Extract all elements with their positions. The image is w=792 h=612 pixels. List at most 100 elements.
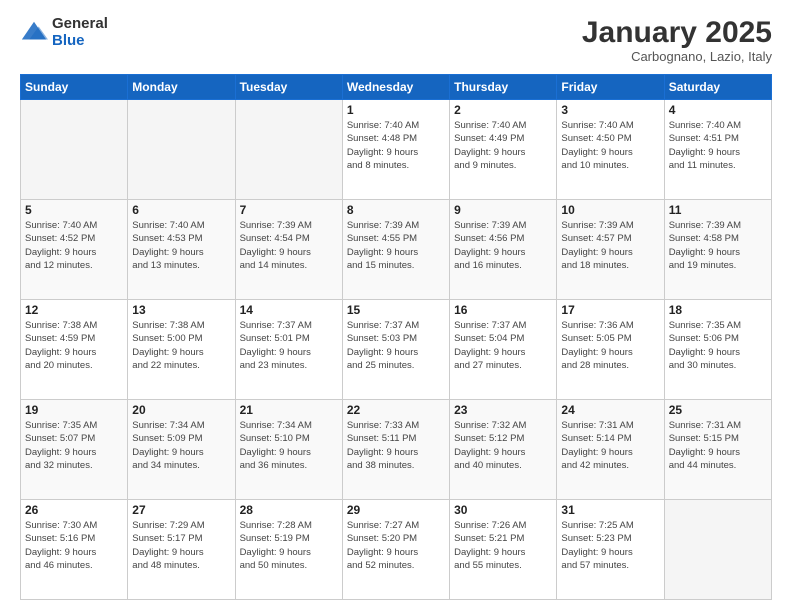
day-number: 11 <box>669 203 767 217</box>
calendar-cell: 11Sunrise: 7:39 AM Sunset: 4:58 PM Dayli… <box>664 200 771 300</box>
day-info: Sunrise: 7:35 AM Sunset: 5:06 PM Dayligh… <box>669 319 767 372</box>
calendar-cell <box>235 100 342 200</box>
day-number: 1 <box>347 103 445 117</box>
day-number: 21 <box>240 403 338 417</box>
calendar-cell: 12 Sunrise: 7:38 AM Sunset: 4:59 PM Dayli… <box>21 300 128 400</box>
day-info: Sunrise: 7:27 AM Sunset: 5:20 PM Dayligh… <box>347 519 445 572</box>
logo-general: General <box>52 16 108 33</box>
day-info: Sunrise: 7:37 AM Sunset: 5:01 PM Dayligh… <box>240 319 338 372</box>
day-info: Sunrise: 7:31 AM Sunset: 5:15 PM Dayligh… <box>669 419 767 472</box>
location: Carbognano, Lazio, Italy <box>582 49 772 64</box>
calendar-cell <box>21 100 128 200</box>
calendar-cell: 27 Sunrise: 7:29 AM Sunset: 5:17 PM Dayli… <box>128 500 235 600</box>
day-info: Sunrise: 7:40 AM Sunset: 4:52 PM Dayligh… <box>25 219 123 272</box>
calendar-cell: 9 Sunrise: 7:39 AM Sunset: 4:56 PM Daylig… <box>450 200 557 300</box>
calendar-cell: 22 Sunrise: 7:33 AM Sunset: 5:11 PM Dayli… <box>342 400 449 500</box>
day-number: 19 <box>25 403 123 417</box>
calendar-cell: 5Sunrise: 7:40 AM Sunset: 4:52 PM Daylig… <box>21 200 128 300</box>
calendar-cell: 1Sunrise: 7:40 AM Sunset: 4:48 PM Daylig… <box>342 100 449 200</box>
calendar-cell: 30 Sunrise: 7:26 AM Sunset: 5:21 PM Dayli… <box>450 500 557 600</box>
day-info: Sunrise: 7:40 AM Sunset: 4:49 PM Dayligh… <box>454 119 552 172</box>
calendar-cell: 29 Sunrise: 7:27 AM Sunset: 5:20 PM Dayli… <box>342 500 449 600</box>
logo-icon <box>20 19 48 47</box>
logo: General Blue <box>20 16 108 49</box>
calendar-cell: 13Sunrise: 7:38 AM Sunset: 5:00 PM Dayli… <box>128 300 235 400</box>
calendar-cell: 16 Sunrise: 7:37 AM Sunset: 5:04 PM Dayli… <box>450 300 557 400</box>
day-info: Sunrise: 7:36 AM Sunset: 5:05 PM Dayligh… <box>561 319 659 372</box>
day-info: Sunrise: 7:39 AM Sunset: 4:57 PM Dayligh… <box>561 219 659 272</box>
calendar-cell: 18 Sunrise: 7:35 AM Sunset: 5:06 PM Dayli… <box>664 300 771 400</box>
day-number: 29 <box>347 503 445 517</box>
day-number: 22 <box>347 403 445 417</box>
day-number: 23 <box>454 403 552 417</box>
page: General Blue January 2025 Carbognano, La… <box>0 0 792 612</box>
calendar-cell <box>128 100 235 200</box>
day-info: Sunrise: 7:39 AM Sunset: 4:55 PM Dayligh… <box>347 219 445 272</box>
day-number: 25 <box>669 403 767 417</box>
day-number: 7 <box>240 203 338 217</box>
day-number: 8 <box>347 203 445 217</box>
calendar-cell: 15 Sunrise: 7:37 AM Sunset: 5:03 PM Dayli… <box>342 300 449 400</box>
calendar-cell: 31Sunrise: 7:25 AM Sunset: 5:23 PM Dayli… <box>557 500 664 600</box>
calendar-cell: 10 Sunrise: 7:39 AM Sunset: 4:57 PM Dayli… <box>557 200 664 300</box>
day-number: 18 <box>669 303 767 317</box>
weekday-header-tuesday: Tuesday <box>235 75 342 100</box>
weekday-header-monday: Monday <box>128 75 235 100</box>
calendar-cell: 4 Sunrise: 7:40 AM Sunset: 4:51 PM Daylig… <box>664 100 771 200</box>
day-number: 17 <box>561 303 659 317</box>
day-info: Sunrise: 7:33 AM Sunset: 5:11 PM Dayligh… <box>347 419 445 472</box>
day-info: Sunrise: 7:39 AM Sunset: 4:54 PM Dayligh… <box>240 219 338 272</box>
calendar-cell: 23 Sunrise: 7:32 AM Sunset: 5:12 PM Dayli… <box>450 400 557 500</box>
calendar-cell: 24Sunrise: 7:31 AM Sunset: 5:14 PM Dayli… <box>557 400 664 500</box>
day-number: 15 <box>347 303 445 317</box>
calendar-cell: 21Sunrise: 7:34 AM Sunset: 5:10 PM Dayli… <box>235 400 342 500</box>
logo-text: General Blue <box>52 16 108 49</box>
day-number: 16 <box>454 303 552 317</box>
day-info: Sunrise: 7:39 AM Sunset: 4:56 PM Dayligh… <box>454 219 552 272</box>
calendar-cell: 20 Sunrise: 7:34 AM Sunset: 5:09 PM Dayli… <box>128 400 235 500</box>
day-number: 27 <box>132 503 230 517</box>
weekday-header-friday: Friday <box>557 75 664 100</box>
day-info: Sunrise: 7:40 AM Sunset: 4:53 PM Dayligh… <box>132 219 230 272</box>
day-number: 6 <box>132 203 230 217</box>
day-number: 4 <box>669 103 767 117</box>
calendar-cell: 19 Sunrise: 7:35 AM Sunset: 5:07 PM Dayli… <box>21 400 128 500</box>
calendar-cell <box>664 500 771 600</box>
day-number: 20 <box>132 403 230 417</box>
day-number: 14 <box>240 303 338 317</box>
day-number: 13 <box>132 303 230 317</box>
calendar-cell: 14 Sunrise: 7:37 AM Sunset: 5:01 PM Dayli… <box>235 300 342 400</box>
calendar-cell: 17 Sunrise: 7:36 AM Sunset: 5:05 PM Dayli… <box>557 300 664 400</box>
weekday-header-saturday: Saturday <box>664 75 771 100</box>
day-number: 10 <box>561 203 659 217</box>
day-info: Sunrise: 7:29 AM Sunset: 5:17 PM Dayligh… <box>132 519 230 572</box>
calendar-cell: 3 Sunrise: 7:40 AM Sunset: 4:50 PM Daylig… <box>557 100 664 200</box>
day-info: Sunrise: 7:34 AM Sunset: 5:09 PM Dayligh… <box>132 419 230 472</box>
calendar-cell: 28 Sunrise: 7:28 AM Sunset: 5:19 PM Dayli… <box>235 500 342 600</box>
calendar-cell: 7 Sunrise: 7:39 AM Sunset: 4:54 PM Daylig… <box>235 200 342 300</box>
day-number: 28 <box>240 503 338 517</box>
calendar-cell: 26Sunrise: 7:30 AM Sunset: 5:16 PM Dayli… <box>21 500 128 600</box>
calendar-cell: 6 Sunrise: 7:40 AM Sunset: 4:53 PM Daylig… <box>128 200 235 300</box>
day-number: 30 <box>454 503 552 517</box>
day-number: 3 <box>561 103 659 117</box>
day-info: Sunrise: 7:30 AM Sunset: 5:16 PM Dayligh… <box>25 519 123 572</box>
header: General Blue January 2025 Carbognano, La… <box>20 16 772 64</box>
day-info: Sunrise: 7:40 AM Sunset: 4:50 PM Dayligh… <box>561 119 659 172</box>
day-number: 9 <box>454 203 552 217</box>
day-info: Sunrise: 7:40 AM Sunset: 4:51 PM Dayligh… <box>669 119 767 172</box>
day-number: 12 <box>25 303 123 317</box>
logo-blue: Blue <box>52 33 108 50</box>
calendar-table: SundayMondayTuesdayWednesdayThursdayFrid… <box>20 74 772 600</box>
calendar-cell: 2Sunrise: 7:40 AM Sunset: 4:49 PM Daylig… <box>450 100 557 200</box>
day-info: Sunrise: 7:37 AM Sunset: 5:03 PM Dayligh… <box>347 319 445 372</box>
weekday-header-wednesday: Wednesday <box>342 75 449 100</box>
day-info: Sunrise: 7:28 AM Sunset: 5:19 PM Dayligh… <box>240 519 338 572</box>
day-info: Sunrise: 7:35 AM Sunset: 5:07 PM Dayligh… <box>25 419 123 472</box>
day-number: 24 <box>561 403 659 417</box>
day-info: Sunrise: 7:37 AM Sunset: 5:04 PM Dayligh… <box>454 319 552 372</box>
day-info: Sunrise: 7:26 AM Sunset: 5:21 PM Dayligh… <box>454 519 552 572</box>
day-info: Sunrise: 7:32 AM Sunset: 5:12 PM Dayligh… <box>454 419 552 472</box>
title-block: January 2025 Carbognano, Lazio, Italy <box>582 16 772 64</box>
day-info: Sunrise: 7:38 AM Sunset: 4:59 PM Dayligh… <box>25 319 123 372</box>
